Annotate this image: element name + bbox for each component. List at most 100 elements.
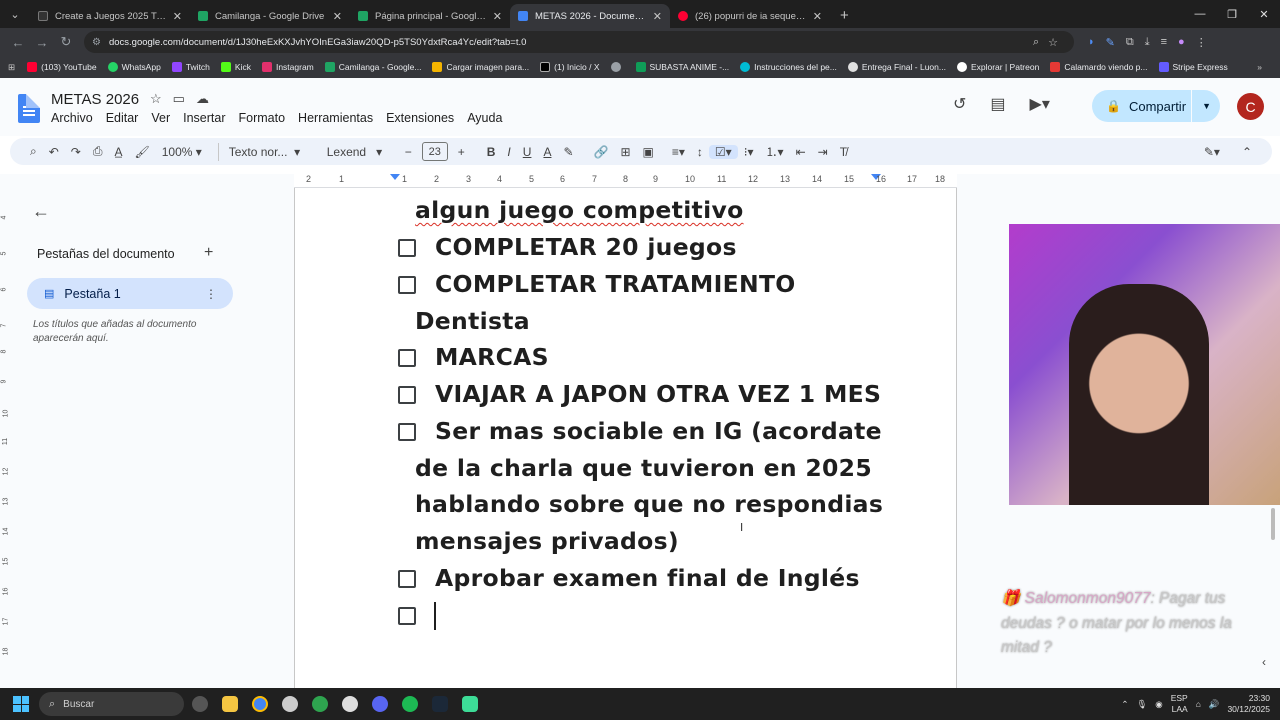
add-tab-icon[interactable]: +	[204, 244, 213, 262]
spotify-icon[interactable]	[402, 696, 418, 712]
minimize-icon[interactable]: —	[1184, 0, 1216, 28]
site-info-icon[interactable]: ⚙	[92, 37, 101, 48]
bookmark-patreon[interactable]: Explorar | Patreon	[956, 62, 1039, 72]
volume-icon[interactable]: 🔊	[1209, 699, 1220, 710]
paint-format-icon[interactable]: 🖌	[128, 145, 155, 159]
spellcheck-icon[interactable]: A̲	[108, 145, 128, 159]
add-comment-icon[interactable]: ⊞	[614, 145, 636, 159]
taskbar-app-icon[interactable]: ◉	[1155, 699, 1162, 710]
cloud-saved-icon[interactable]: ☁	[196, 91, 209, 107]
app-icon[interactable]	[192, 696, 208, 712]
share-button[interactable]: 🔒 Compartir ▼	[1092, 90, 1220, 122]
bookmark-globe[interactable]	[610, 62, 625, 72]
move-folder-icon[interactable]: ▭	[173, 91, 185, 107]
discord-icon[interactable]	[372, 696, 388, 712]
close-window-icon[interactable]: ✕	[1248, 0, 1280, 28]
meet-icon[interactable]: ▶▾	[1030, 94, 1050, 114]
checkbox[interactable]	[398, 239, 416, 257]
search-menus-icon[interactable]: ⌕	[24, 144, 43, 159]
decrease-font-size-icon[interactable]: −	[399, 145, 418, 159]
menu-archivo[interactable]: Archivo	[51, 111, 93, 125]
reload-icon[interactable]: ↻	[54, 34, 78, 50]
language-indicator[interactable]: ESP LAA	[1171, 693, 1188, 715]
tab-search-icon[interactable]: ⌄	[4, 3, 26, 25]
file-explorer-icon[interactable]	[222, 696, 238, 712]
tray-expand-icon[interactable]: ⌃	[1121, 699, 1128, 710]
back-arrow-icon[interactable]: ←	[6, 35, 30, 50]
document-title[interactable]: METAS 2026	[51, 91, 139, 108]
decrease-indent-icon[interactable]: ⇤	[790, 145, 812, 159]
docs-logo-icon[interactable]	[18, 94, 40, 123]
font-size-input[interactable]: 23	[421, 142, 448, 161]
print-icon[interactable]: ⎙	[87, 144, 109, 159]
document-tab-1[interactable]: ▤ Pestaña 1 ⋮	[27, 278, 233, 309]
bookmark-instagram[interactable]: Instagram	[261, 62, 314, 72]
download-icon[interactable]: ⤓	[1145, 36, 1150, 49]
clear-formatting-icon[interactable]: T̸	[834, 145, 853, 159]
bookmark-stripe[interactable]: Stripe Express	[1158, 62, 1228, 72]
checkbox[interactable]	[398, 607, 416, 625]
avatar[interactable]: C	[1237, 93, 1264, 120]
bulleted-list-icon[interactable]: ⁝▾	[738, 145, 760, 159]
extension-icon[interactable]: ✎	[1106, 36, 1115, 49]
bookmark-whatsapp[interactable]: WhatsApp	[107, 62, 161, 72]
close-tab-icon[interactable]: ✕	[813, 10, 822, 23]
indent-marker[interactable]	[390, 174, 400, 180]
browser-tab[interactable]: (26) popurri de ia seque un ric ✕	[670, 4, 830, 28]
url-field[interactable]: ⚙ docs.google.com/document/d/1J30heExKXJ…	[84, 31, 1074, 53]
media-icon[interactable]: ≡	[1161, 36, 1167, 49]
italic-icon[interactable]: I	[501, 145, 516, 159]
bookmark-calamardo[interactable]: Calamardo viendo p...	[1050, 62, 1148, 72]
redo-icon[interactable]: ↷	[65, 145, 87, 159]
star-icon[interactable]: ☆	[150, 91, 162, 107]
undo-icon[interactable]: ↶	[43, 145, 65, 159]
comments-icon[interactable]: ▤	[990, 94, 1005, 114]
close-tab-icon[interactable]: ✕	[653, 10, 662, 23]
chrome-icon[interactable]	[252, 696, 268, 712]
bookmark-star-icon[interactable]: ☆	[1048, 36, 1058, 49]
bookmark-twitch[interactable]: Twitch	[171, 62, 210, 72]
settings-gear-icon[interactable]	[282, 696, 298, 712]
highlight-icon[interactable]: ✎	[557, 145, 579, 159]
font-select[interactable]: Lexend ▾	[321, 145, 399, 159]
extensions-puzzle-icon[interactable]: ⧉	[1126, 36, 1134, 49]
menu-ayuda[interactable]: Ayuda	[467, 111, 502, 125]
bookmark-x[interactable]: (1) Inicio / X	[540, 62, 600, 72]
close-outline-icon[interactable]: ←	[32, 201, 50, 222]
close-tab-icon[interactable]: ✕	[333, 10, 342, 23]
bookmark-drive[interactable]: Camilanga - Google...	[324, 62, 421, 72]
checkbox[interactable]	[398, 349, 416, 367]
clock[interactable]: 23:30 30/12/2025	[1227, 693, 1270, 715]
checkbox[interactable]	[398, 386, 416, 404]
version-history-icon[interactable]: ↺	[953, 94, 966, 114]
close-tab-icon[interactable]: ✕	[173, 10, 182, 23]
browser-tab[interactable]: Create a Juegos 2025 Tier List - ✕	[30, 4, 190, 28]
browser-tab[interactable]: Camilanga - Google Drive ✕	[190, 4, 350, 28]
extension-icon[interactable]: ◗	[1088, 36, 1095, 49]
network-icon[interactable]: ⌂	[1196, 699, 1201, 709]
link-icon[interactable]: 🔗	[588, 145, 615, 159]
insert-image-icon[interactable]: ▣	[637, 145, 660, 159]
side-panel-toggle-icon[interactable]: ‹	[1262, 655, 1266, 669]
menu-extensiones[interactable]: Extensiones	[386, 111, 454, 125]
page-scrollbar[interactable]	[1271, 508, 1275, 540]
menu-editar[interactable]: Editar	[106, 111, 139, 125]
bookmark-instructions[interactable]: Instrucciones del pe...	[740, 62, 837, 72]
bold-icon[interactable]: B	[481, 145, 502, 159]
app-icon[interactable]	[312, 696, 328, 712]
zoom-select[interactable]: 100% ▾	[156, 145, 214, 159]
restore-icon[interactable]: ❐	[1216, 0, 1248, 28]
hide-menus-icon[interactable]: ⌃	[1236, 145, 1258, 159]
checkbox[interactable]	[398, 570, 416, 588]
tab-options-icon[interactable]: ⋮	[205, 287, 217, 301]
share-dropdown-icon[interactable]: ▼	[1202, 101, 1211, 111]
bookmark-kick[interactable]: Kick	[220, 62, 251, 72]
document-page[interactable]: algun juego competitivo COMPLETAR 20 jue…	[294, 174, 957, 688]
editing-mode-icon[interactable]: ✎▾	[1198, 145, 1226, 159]
browser-menu-icon[interactable]: ⋮	[1196, 36, 1207, 49]
taskbar-search[interactable]: ⌕ Buscar	[39, 692, 184, 716]
bookmark-upload[interactable]: Cargar imagen para...	[432, 62, 529, 72]
bookmark-entrega[interactable]: Entrega Final - Luon...	[847, 62, 946, 72]
underline-icon[interactable]: U	[517, 145, 538, 159]
numbered-list-icon[interactable]: ⒈▾	[760, 143, 790, 160]
